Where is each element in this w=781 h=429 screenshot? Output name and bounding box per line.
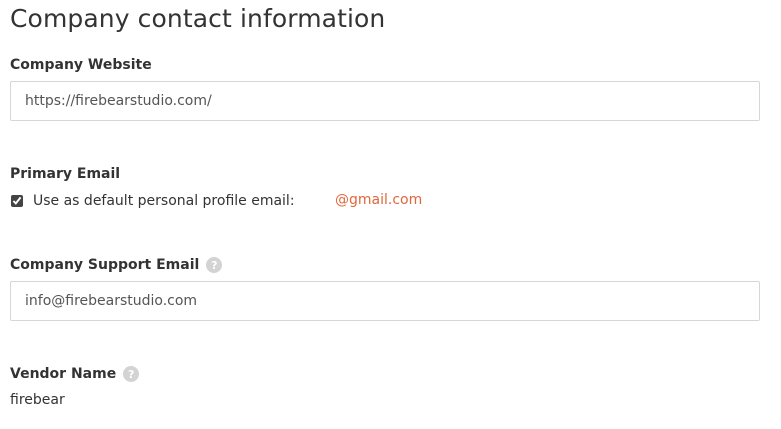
support-email-input[interactable] [10, 281, 760, 321]
vendor-name-value: firebear [10, 392, 65, 408]
vendor-name-label-text: Vendor Name [10, 366, 117, 382]
default-email-checkbox-label[interactable]: Use as default personal profile email: [33, 193, 295, 209]
company-website-input[interactable] [10, 81, 760, 121]
question-circle-icon[interactable]: ? [206, 257, 223, 273]
question-circle-icon[interactable]: ? [123, 366, 140, 382]
default-email-option[interactable]: Use as default personal profile email: [10, 192, 295, 210]
vendor-name-label: Vendor Name ? [10, 366, 140, 382]
primary-email-value: @gmail.com [335, 192, 423, 208]
support-email-label-text: Company Support Email [10, 257, 200, 273]
company-website-label: Company Website [10, 57, 152, 73]
support-email-label: Company Support Email ? [10, 257, 223, 273]
page-title: Company contact information [10, 4, 386, 33]
primary-email-label: Primary Email [10, 166, 120, 182]
primary-email-label-text: Primary Email [10, 166, 121, 182]
default-email-checkbox[interactable] [11, 195, 23, 207]
company-website-label-text: Company Website [10, 57, 152, 73]
